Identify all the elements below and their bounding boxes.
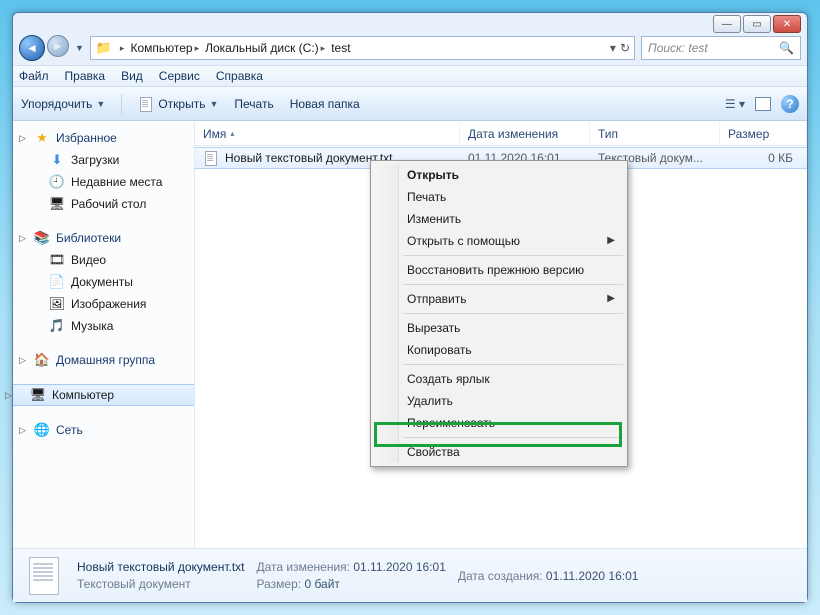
details-pane: Новый текстовый документ.txt Текстовый д… bbox=[13, 548, 807, 602]
ctx-send-to[interactable]: Отправить▶ bbox=[373, 288, 625, 310]
sidebar-network[interactable]: ▷Сеть bbox=[13, 420, 194, 440]
ctx-restore-version[interactable]: Восстановить прежнюю версию bbox=[373, 259, 625, 281]
submenu-arrow-icon: ▶ bbox=[607, 235, 615, 246]
sidebar-videos[interactable]: Видео bbox=[13, 250, 194, 270]
star-icon bbox=[34, 130, 50, 146]
details-size: 0 байт bbox=[304, 577, 339, 591]
text-file-icon bbox=[203, 150, 219, 166]
file-thumbnail bbox=[23, 555, 65, 597]
menubar: Файл Правка Вид Сервис Справка bbox=[13, 65, 807, 87]
sidebar-music[interactable]: Музыка bbox=[13, 316, 194, 336]
sidebar-recent[interactable]: Недавние места bbox=[13, 172, 194, 192]
document-icon bbox=[49, 274, 65, 290]
toolbar: Упорядочить ▼ Открыть ▼ Печать Новая пап… bbox=[13, 87, 807, 121]
sidebar-homegroup[interactable]: ▷Домашняя группа bbox=[13, 350, 194, 370]
titlebar: — ▭ ✕ bbox=[13, 13, 807, 31]
ctx-print[interactable]: Печать bbox=[373, 186, 625, 208]
ctx-properties[interactable]: Свойства bbox=[373, 441, 625, 463]
ctx-edit[interactable]: Изменить bbox=[373, 208, 625, 230]
help-button[interactable]: ? bbox=[781, 95, 799, 113]
library-icon bbox=[34, 230, 50, 246]
context-menu: Открыть Печать Изменить Открыть с помощь… bbox=[370, 160, 628, 467]
crumb-computer[interactable]: Компьютер bbox=[130, 41, 192, 55]
submenu-arrow-icon: ▶ bbox=[607, 293, 615, 304]
homegroup-icon bbox=[34, 352, 50, 368]
column-type[interactable]: Тип bbox=[590, 122, 720, 145]
details-date-modified: 01.11.2020 16:01 bbox=[353, 560, 446, 574]
address-bar: ◄ ► ▼ ▸ Компьютер▸ Локальный диск (C:)▸ … bbox=[13, 31, 807, 65]
menu-tools[interactable]: Сервис bbox=[159, 69, 200, 83]
sidebar-documents[interactable]: Документы bbox=[13, 272, 194, 292]
file-icon bbox=[138, 96, 154, 112]
file-size: 0 КБ bbox=[720, 151, 807, 165]
view-options-button[interactable]: ☰ ▾ bbox=[725, 97, 745, 111]
refresh-icon[interactable]: ↻ bbox=[620, 41, 630, 55]
search-input[interactable]: Поиск: test 🔍 bbox=[641, 36, 801, 60]
computer-icon bbox=[30, 387, 46, 403]
sidebar-pictures[interactable]: Изображения bbox=[13, 294, 194, 314]
back-button[interactable]: ◄ bbox=[19, 35, 45, 61]
ctx-open[interactable]: Открыть bbox=[373, 164, 625, 186]
column-name[interactable]: Имя▴ bbox=[195, 122, 460, 145]
sidebar-libraries[interactable]: ▷Библиотеки bbox=[13, 228, 194, 248]
navigation-pane: ▷Избранное Загрузки Недавние места Рабоч… bbox=[13, 122, 195, 548]
sidebar-downloads[interactable]: Загрузки bbox=[13, 150, 194, 170]
download-icon bbox=[49, 152, 65, 168]
open-button[interactable]: Открыть ▼ bbox=[138, 96, 218, 112]
history-dropdown-icon[interactable]: ▼ bbox=[75, 43, 84, 53]
network-icon bbox=[34, 422, 50, 438]
column-size[interactable]: Размер bbox=[720, 122, 807, 145]
breadcrumb[interactable]: ▸ Компьютер▸ Локальный диск (C:)▸ test ▾… bbox=[90, 36, 635, 60]
desktop-icon bbox=[49, 196, 65, 212]
music-icon bbox=[49, 318, 65, 334]
menu-help[interactable]: Справка bbox=[216, 69, 263, 83]
details-date-created: 01.11.2020 16:01 bbox=[546, 569, 639, 583]
organize-button[interactable]: Упорядочить ▼ bbox=[21, 97, 105, 111]
details-file-type: Текстовый документ bbox=[77, 577, 245, 591]
crumb-test[interactable]: test bbox=[331, 41, 350, 55]
menu-file[interactable]: Файл bbox=[19, 69, 49, 83]
image-icon bbox=[49, 296, 65, 312]
new-folder-button[interactable]: Новая папка bbox=[290, 97, 360, 111]
ctx-open-with[interactable]: Открыть с помощью▶ bbox=[373, 230, 625, 252]
print-button[interactable]: Печать bbox=[234, 97, 273, 111]
forward-button[interactable]: ► bbox=[47, 35, 69, 57]
file-name: Новый текстовый документ.txt bbox=[225, 151, 393, 165]
sidebar-favorites[interactable]: ▷Избранное bbox=[13, 128, 194, 148]
menu-edit[interactable]: Правка bbox=[65, 69, 106, 83]
column-headers: Имя▴ Дата изменения Тип Размер bbox=[195, 122, 807, 146]
ctx-create-shortcut[interactable]: Создать ярлык bbox=[373, 368, 625, 390]
path-dropdown-icon[interactable]: ▾ bbox=[610, 41, 616, 55]
search-icon: 🔍 bbox=[779, 41, 794, 55]
sidebar-computer[interactable]: ▷Компьютер bbox=[13, 384, 194, 406]
details-file-name: Новый текстовый документ.txt bbox=[77, 560, 245, 574]
column-date[interactable]: Дата изменения bbox=[460, 122, 590, 145]
menu-view[interactable]: Вид bbox=[121, 69, 143, 83]
ctx-rename[interactable]: Переименовать bbox=[373, 412, 625, 434]
sidebar-desktop[interactable]: Рабочий стол bbox=[13, 194, 194, 214]
crumb-drive-c[interactable]: Локальный диск (C:) bbox=[205, 41, 319, 55]
recent-icon bbox=[49, 174, 65, 190]
preview-pane-button[interactable] bbox=[755, 97, 771, 111]
ctx-copy[interactable]: Копировать bbox=[373, 339, 625, 361]
ctx-delete[interactable]: Удалить bbox=[373, 390, 625, 412]
sort-indicator-icon: ▴ bbox=[230, 129, 234, 138]
video-icon bbox=[49, 252, 65, 268]
ctx-cut[interactable]: Вырезать bbox=[373, 317, 625, 339]
folder-icon bbox=[95, 40, 113, 56]
search-placeholder: Поиск: test bbox=[648, 41, 708, 55]
